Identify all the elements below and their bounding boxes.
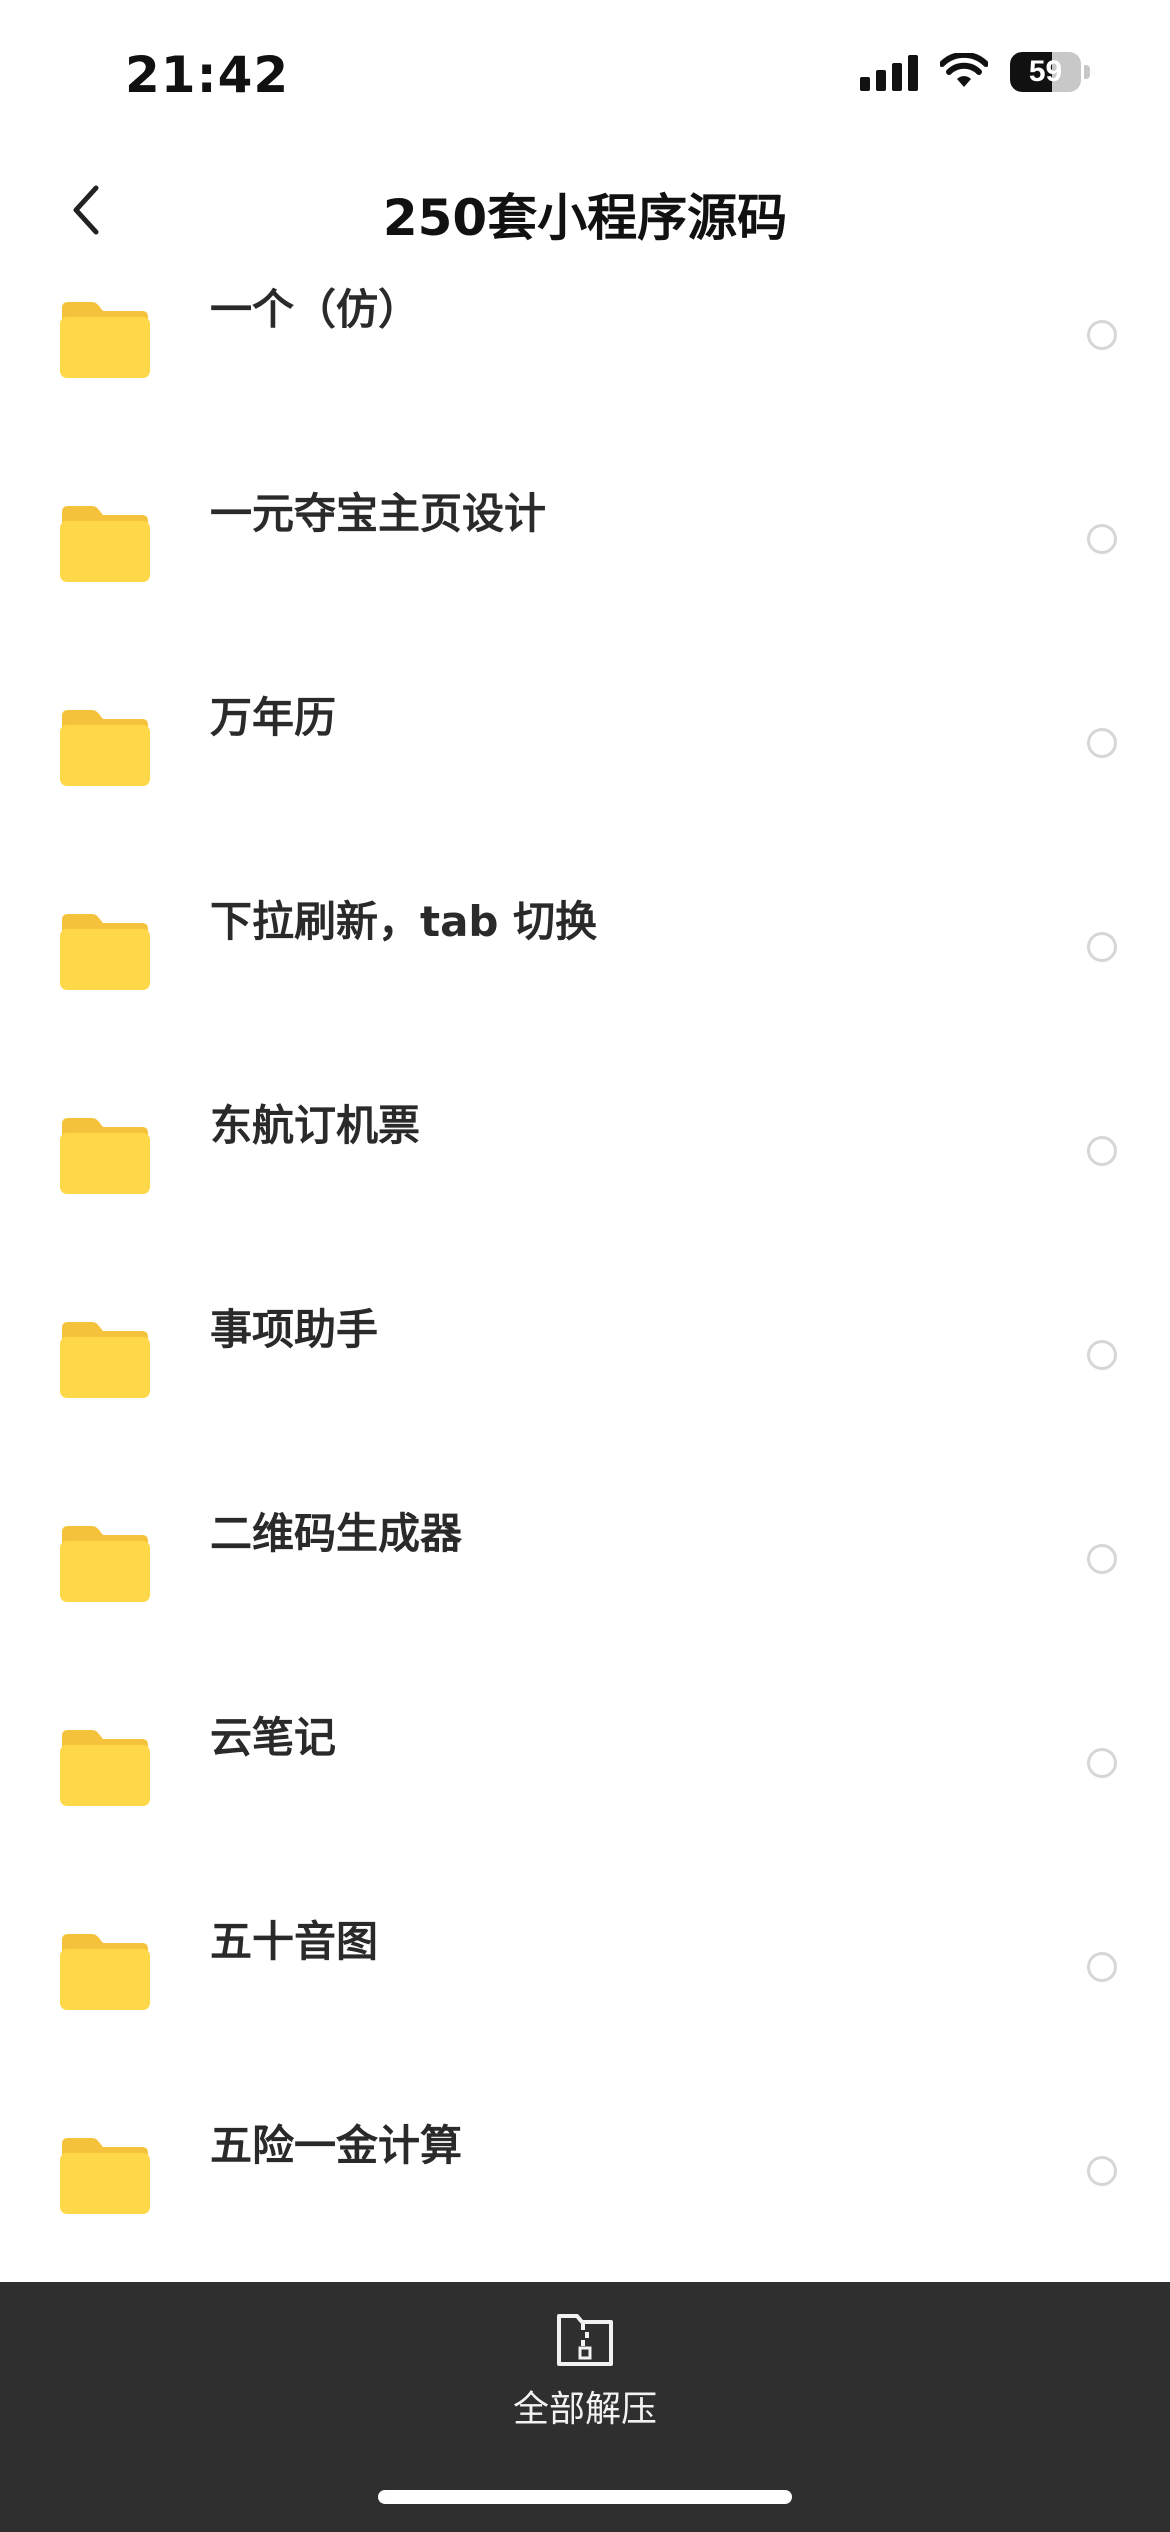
page-title: 250套小程序源码 (382, 189, 788, 247)
select-radio[interactable] (1087, 320, 1117, 350)
status-time: 21:42 (125, 46, 290, 104)
folder-icon (60, 1322, 150, 1398)
nav-bar: 250套小程序源码 (0, 150, 1170, 270)
select-radio[interactable] (1087, 728, 1117, 758)
file-name: 一元夺宝主页设计 (210, 489, 547, 538)
select-radio[interactable] (1087, 1748, 1117, 1778)
list-item[interactable]: 五十音图 (0, 1902, 1170, 2106)
select-radio[interactable] (1087, 1340, 1117, 1370)
folder-icon (60, 1118, 150, 1194)
folder-icon (60, 710, 150, 786)
file-name: 东航订机票 (210, 1101, 421, 1150)
select-radio[interactable] (1087, 1952, 1117, 1982)
status-bar: 21:42 59 (0, 0, 1170, 150)
folder-icon (60, 1730, 150, 1806)
file-name: 五险一金计算 (210, 2121, 463, 2170)
folder-icon (60, 914, 150, 990)
list-item[interactable]: 一个（仿） (0, 270, 1170, 474)
extract-all-button[interactable]: 全部解压 (485, 2302, 685, 2442)
extract-all-label: 全部解压 (512, 2389, 657, 2430)
select-radio[interactable] (1087, 1544, 1117, 1574)
list-item[interactable]: 下拉刷新，tab 切换 (0, 882, 1170, 1086)
list-item[interactable]: 二维码生成器 (0, 1494, 1170, 1698)
status-icons: 59 (860, 52, 1090, 92)
zip-file-icon (557, 2314, 613, 2366)
list-item[interactable]: 一元夺宝主页设计 (0, 474, 1170, 678)
list-item[interactable]: 云笔记 (0, 1698, 1170, 1902)
file-name: 下拉刷新，tab 切换 (210, 897, 598, 946)
file-name: 事项助手 (210, 1305, 379, 1354)
battery-icon: 59 (1010, 52, 1090, 92)
folder-icon (60, 506, 150, 582)
folder-icon (60, 302, 150, 378)
file-name: 一个（仿） (210, 285, 421, 334)
list-item[interactable]: 万年历 (0, 678, 1170, 882)
list-item[interactable]: 东航订机票 (0, 1086, 1170, 1290)
file-name: 五十音图 (210, 1917, 379, 1966)
cellular-signal-icon (860, 53, 918, 91)
file-name: 云笔记 (210, 1713, 337, 1762)
home-indicator[interactable] (378, 2490, 792, 2504)
select-radio[interactable] (1087, 2156, 1117, 2186)
folder-icon (60, 1934, 150, 2010)
file-name: 二维码生成器 (210, 1509, 463, 1558)
select-radio[interactable] (1087, 524, 1117, 554)
file-name: 万年历 (210, 693, 337, 742)
folder-icon (60, 2138, 150, 2214)
wifi-icon (940, 53, 988, 87)
select-radio[interactable] (1087, 1136, 1117, 1166)
folder-icon (60, 1526, 150, 1602)
select-radio[interactable] (1087, 932, 1117, 962)
file-list: 一个（仿） 一元夺宝主页设计 万年历 下拉刷新，tab 切换 东航订机票 事项助… (0, 270, 1170, 2282)
list-item[interactable]: 五险一金计算 (0, 2106, 1170, 2282)
battery-level: 59 (1028, 55, 1063, 88)
list-item[interactable]: 事项助手 (0, 1290, 1170, 1494)
